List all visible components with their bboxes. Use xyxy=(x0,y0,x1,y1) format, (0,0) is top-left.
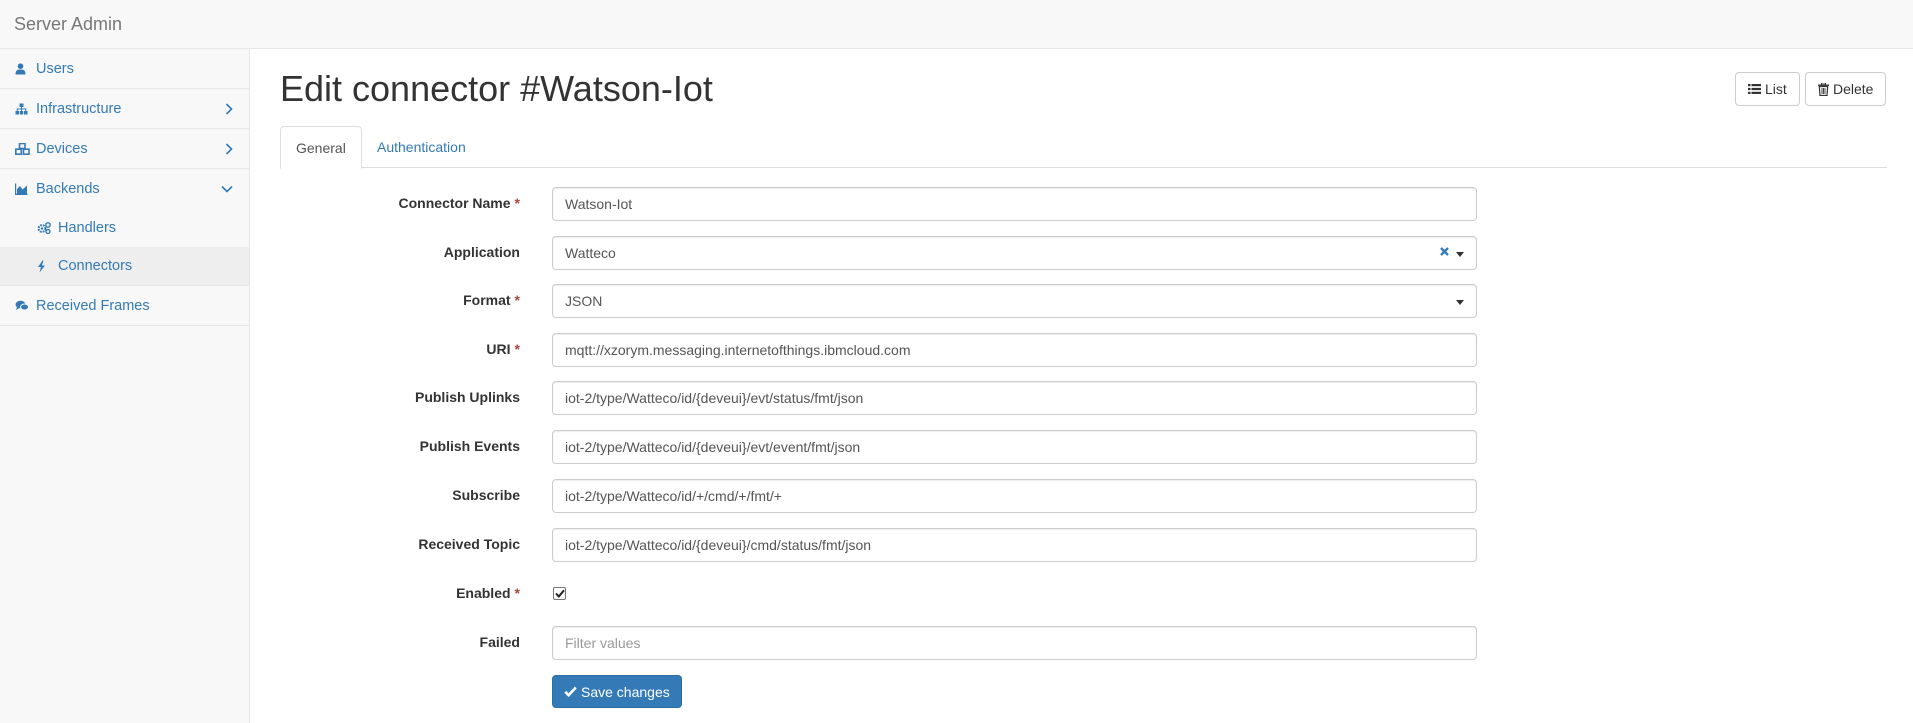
check-icon xyxy=(564,686,581,697)
list-button-label: List xyxy=(1765,81,1787,97)
sidebar-item-users[interactable]: Users xyxy=(0,49,249,89)
connector-name-label: Connector Name * xyxy=(398,195,520,211)
main-content: Edit connector #Watson-Iot List Delete G… xyxy=(250,49,1913,723)
cubes-icon xyxy=(15,142,33,155)
delete-button-label: Delete xyxy=(1833,81,1874,97)
application-select[interactable]: Watteco xyxy=(552,236,1477,270)
sidebar-item-label: Handlers xyxy=(58,219,117,236)
bolt-icon xyxy=(37,260,55,273)
subscribe-input[interactable] xyxy=(552,479,1477,513)
list-icon xyxy=(1748,83,1765,95)
application-selected-value: Watteco xyxy=(565,245,616,261)
sitemap-icon xyxy=(15,103,33,115)
sidebar-item-backends[interactable]: Backends xyxy=(0,169,249,208)
clear-selection-icon[interactable] xyxy=(1439,246,1450,257)
form-row-enabled: Enabled * xyxy=(250,577,1550,611)
delete-button[interactable]: Delete xyxy=(1805,72,1887,106)
form-row-publish-uplinks: Publish Uplinks xyxy=(250,381,1550,415)
sidebar-item-label: Devices xyxy=(36,140,88,157)
sidebar-item-infrastructure[interactable]: Infrastructure xyxy=(0,89,249,129)
sidebar-item-label: Received Frames xyxy=(36,297,150,314)
received-topic-input[interactable] xyxy=(552,528,1477,562)
sidebar-item-label: Infrastructure xyxy=(36,100,122,117)
caret-down-icon[interactable] xyxy=(1456,300,1464,305)
format-select[interactable]: JSON xyxy=(552,284,1477,318)
enabled-label: Enabled * xyxy=(456,585,520,601)
form-row-connector-name: Connector Name * xyxy=(250,187,1550,221)
sidebar-item-label: Users xyxy=(36,60,74,77)
subscribe-label: Subscribe xyxy=(452,487,520,503)
uri-label: URI * xyxy=(486,341,520,357)
list-button[interactable]: List xyxy=(1735,72,1800,106)
sidebar-item-received-frames[interactable]: Received Frames xyxy=(0,286,249,326)
sidebar-item-label: Connectors xyxy=(58,258,133,274)
connector-name-input[interactable] xyxy=(552,187,1477,221)
sidebar-item-devices[interactable]: Devices xyxy=(0,129,249,169)
enabled-checkbox[interactable] xyxy=(553,587,566,600)
form-actions: Save changes xyxy=(250,675,1550,709)
gears-icon xyxy=(37,221,55,234)
sidebar-subitem-handlers[interactable]: Handlers xyxy=(0,208,249,247)
form-row-received-topic: Received Topic xyxy=(250,528,1550,562)
form-row-uri: URI * xyxy=(250,333,1550,367)
publish-uplinks-label: Publish Uplinks xyxy=(414,389,520,405)
form-row-subscribe: Subscribe xyxy=(250,479,1550,513)
form-row-format: Format * JSON xyxy=(250,284,1550,318)
received-topic-label: Received Topic xyxy=(418,536,520,552)
publish-uplinks-input[interactable] xyxy=(552,381,1477,415)
save-changes-button[interactable]: Save changes xyxy=(552,675,682,708)
trash-icon xyxy=(1818,82,1833,96)
top-navbar: Server Admin xyxy=(0,0,1913,49)
page-title: Edit connector #Watson-Iot xyxy=(280,68,713,109)
sidebar-item-label: Backends xyxy=(36,180,100,197)
chevron-right-icon xyxy=(225,102,233,115)
uri-input[interactable] xyxy=(552,333,1477,367)
tab-authentication[interactable]: Authentication xyxy=(362,126,481,168)
sidebar-subitem-connectors[interactable]: Connectors xyxy=(0,247,249,286)
form-row-failed: Failed xyxy=(250,626,1550,660)
chevron-down-icon xyxy=(221,185,233,193)
failed-filter-input[interactable] xyxy=(552,626,1477,660)
caret-down-icon[interactable] xyxy=(1456,252,1464,257)
checkmark-icon xyxy=(554,589,565,598)
publish-events-label: Publish Events xyxy=(419,438,520,454)
sidebar: Users Infrastructure Devices Backends Ha… xyxy=(0,49,250,723)
form-row-application: Application Watteco xyxy=(250,236,1550,270)
publish-events-input[interactable] xyxy=(552,430,1477,464)
save-changes-label: Save changes xyxy=(581,683,670,700)
app-brand[interactable]: Server Admin xyxy=(14,14,122,35)
format-label: Format * xyxy=(463,292,520,308)
tab-general[interactable]: General xyxy=(280,126,362,169)
failed-label: Failed xyxy=(479,634,520,650)
application-label: Application xyxy=(443,244,520,260)
chevron-right-icon xyxy=(225,142,233,155)
form-row-publish-events: Publish Events xyxy=(250,430,1550,464)
user-icon xyxy=(15,62,33,75)
comments-icon xyxy=(15,300,33,312)
area-chart-icon xyxy=(15,183,33,195)
format-selected-value: JSON xyxy=(565,293,603,309)
tab-bar: General Authentication xyxy=(280,126,1887,169)
